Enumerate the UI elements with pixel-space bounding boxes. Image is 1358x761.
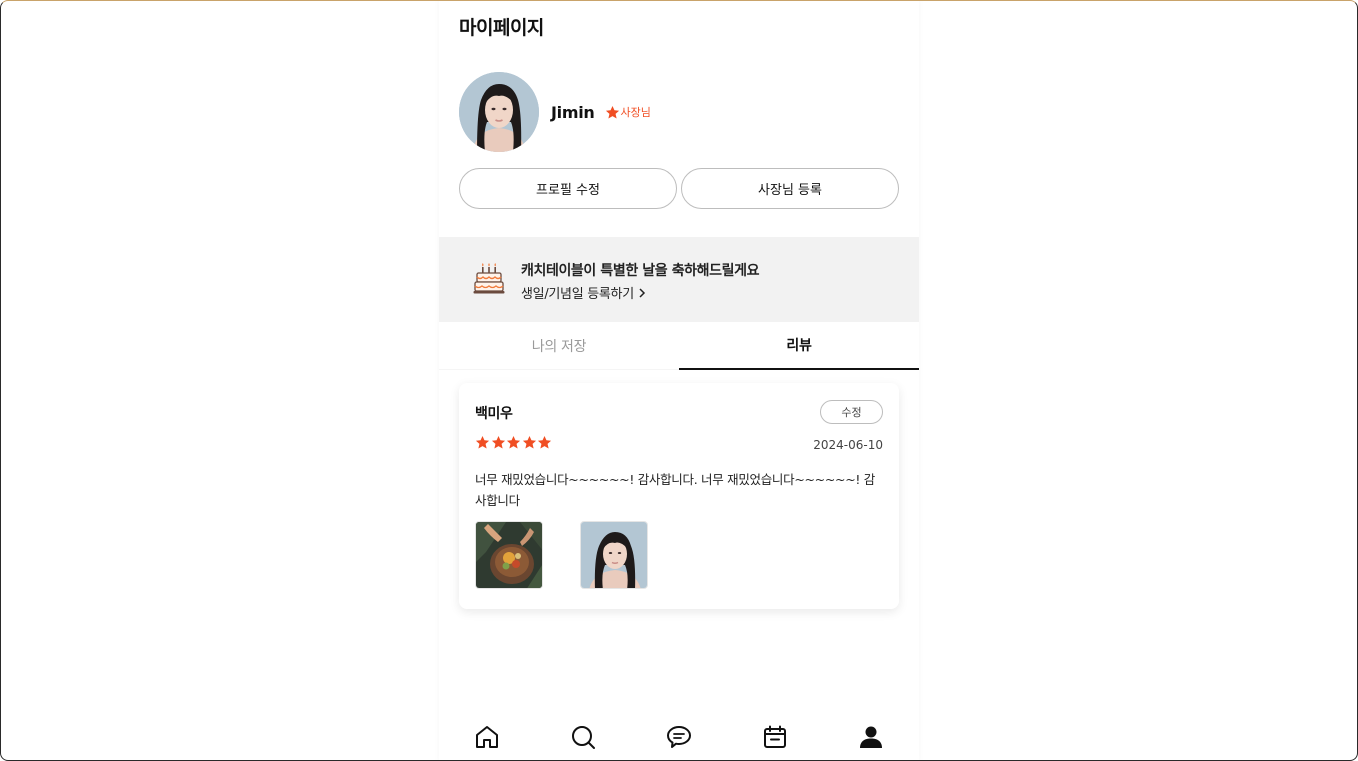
profile-section: Jimin 사장님 — [459, 72, 651, 152]
calendar-icon — [764, 725, 786, 748]
review-date: 2024-06-10 — [813, 438, 883, 452]
nav-home[interactable] — [467, 717, 507, 757]
profile-name: Jimin — [551, 102, 595, 122]
avatar-image — [459, 72, 539, 152]
nav-calendar[interactable] — [755, 717, 795, 757]
profile-actions: 프로필 수정 사장님 등록 — [459, 168, 899, 209]
review-image-food[interactable] — [475, 521, 543, 589]
star-icon — [491, 435, 505, 449]
star-icon — [506, 435, 521, 449]
star-icon — [475, 435, 490, 449]
mobile-app-container: 마이페이지 Jimin 사장님 프로필 수정 사장님 등록 캐치테이블이 특별한… — [439, 0, 919, 761]
rating-stars — [475, 435, 553, 450]
page-title: 마이페이지 — [459, 17, 544, 39]
owner-badge: 사장님 — [605, 104, 651, 120]
nav-mypage[interactable] — [851, 717, 891, 757]
bottom-navigation — [439, 712, 919, 761]
anniversary-banner[interactable]: 캐치테이블이 특별한 날을 축하해드릴게요 생일/기념일 등록하기 — [439, 237, 919, 322]
mypage-tabs: 나의 저장 리뷰 — [439, 322, 919, 370]
tab-reviews[interactable]: 리뷰 — [679, 322, 919, 370]
banner-register-link[interactable]: 생일/기념일 등록하기 — [521, 283, 646, 302]
edit-review-button[interactable]: 수정 — [820, 400, 883, 424]
search-icon — [572, 725, 595, 749]
nav-chat[interactable] — [659, 717, 699, 757]
review-card: 백미우 수정 2024-06-10 너무 재밌었습니다~~~~~~! 감사합니다… — [459, 383, 899, 609]
owner-badge-label: 사장님 — [620, 106, 651, 119]
register-owner-button[interactable]: 사장님 등록 — [681, 168, 899, 209]
review-text: 너무 재밌었습니다~~~~~~! 감사합니다. 너무 재밌었습니다~~~~~~!… — [475, 472, 875, 508]
home-icon — [476, 725, 498, 748]
star-icon — [537, 435, 552, 449]
nav-search[interactable] — [563, 717, 603, 757]
chevron-right-icon — [639, 287, 645, 298]
review-image-portrait[interactable] — [580, 521, 648, 589]
user-icon — [860, 726, 882, 748]
banner-link-label: 생일/기념일 등록하기 — [521, 287, 634, 302]
edit-profile-button[interactable]: 프로필 수정 — [459, 168, 677, 209]
star-icon — [605, 105, 619, 118]
food-photo — [476, 522, 542, 588]
star-icon — [522, 435, 536, 449]
avatar[interactable] — [459, 72, 539, 152]
tab-my-saved[interactable]: 나의 저장 — [439, 322, 679, 370]
chat-icon — [667, 725, 691, 748]
portrait-photo — [581, 522, 647, 588]
cake-icon — [473, 263, 505, 294]
banner-title: 캐치테이블이 특별한 날을 축하해드릴게요 — [521, 263, 760, 279]
reviewer-name: 백미우 — [475, 406, 513, 422]
